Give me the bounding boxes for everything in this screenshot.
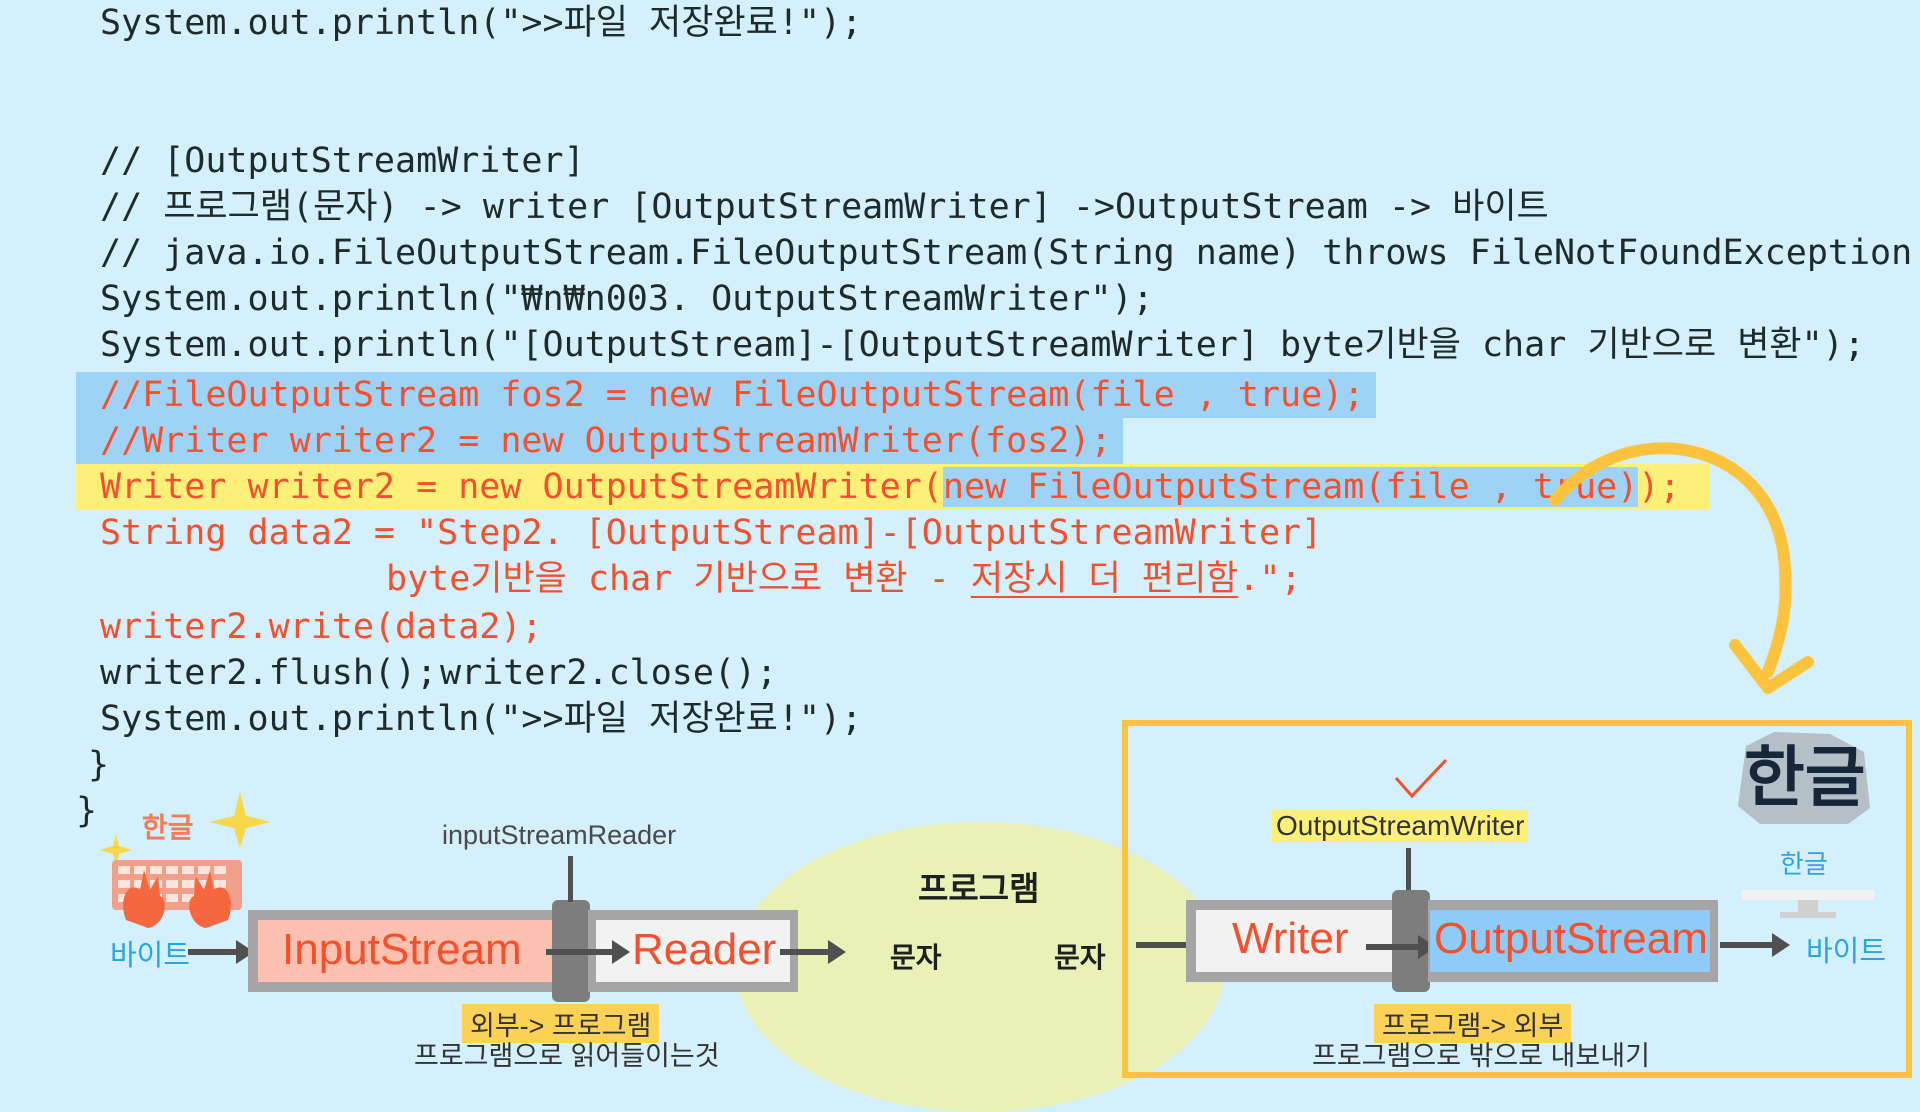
isr-connector-line (568, 856, 573, 902)
reader-label: Reader (632, 925, 777, 974)
code-brace-inner: } (88, 745, 110, 785)
code-brace-outer: } (76, 791, 98, 831)
code-data2-line2-a: byte기반을 char 기반으로 변환 - (386, 559, 971, 599)
curved-arrow-icon (1549, 442, 1814, 694)
hangul-big-label: 한글 (1744, 740, 1866, 814)
program-label: 프로그램 (918, 870, 1040, 907)
char-left-label: 문자 (890, 942, 942, 973)
code-comment-flow: // 프로그램(문자) -> writer [OutputStreamWrite… (100, 187, 1549, 227)
outputstream-label: OutputStream (1434, 914, 1708, 963)
osw-label: OutputStreamWriter (1272, 810, 1529, 842)
code-data2-line2-c: ."; (1238, 559, 1302, 599)
code-data2-line2: byte기반을 char 기반으로 변환 - 저장시 더 편리함."; (386, 556, 1302, 602)
code-data2-line2-b: 저장시 더 편리함 (970, 559, 1239, 599)
code-line-print-done-top: System.out.println(">>파일 저장완료!"); (100, 3, 863, 43)
code-write-call: writer2.write(data2); (100, 607, 543, 647)
hangul-left-label: 한글 (142, 812, 194, 843)
arrow-byte-to-inputstream (188, 940, 254, 964)
code-commented-writer2: //Writer writer2 = new OutputStreamWrite… (76, 418, 1124, 464)
left-caption-desc: 프로그램으로 읽어들이는것 (414, 1041, 720, 1071)
checkmark-icon (1394, 758, 1448, 799)
byte-right-label: 바이트 (1806, 936, 1887, 968)
monitor-icon (1742, 890, 1874, 918)
arrow-inputstream-to-reader (546, 940, 630, 964)
code-print-desc: System.out.println("[OutputStream]-[Outp… (100, 325, 1865, 365)
code-comment-ctor: // java.io.FileOutputStream.FileOutputSt… (100, 233, 1913, 273)
code-data2-line1: String data2 = "Step2. [OutputStream]-[O… (100, 513, 1323, 553)
code-writer2-decl-a: Writer writer2 = new OutputStreamWriter( (100, 467, 943, 507)
arrow-outputstream-to-byte (1720, 933, 1790, 957)
isr-label: inputStreamReader (442, 820, 677, 850)
code-close-call: writer2.close(); (440, 653, 778, 693)
code-comment-header: // [OutputStreamWriter] (100, 141, 585, 181)
char-right-label: 문자 (1054, 942, 1106, 973)
sparkle-icon (209, 792, 271, 848)
code-flush-call: writer2.flush(); (100, 653, 438, 693)
code-print-done: System.out.println(">>파일 저장완료!"); (100, 699, 863, 739)
right-caption-desc: 프로그램으로 밖으로 내보내기 (1312, 1041, 1650, 1071)
arrow-reader-to-char (780, 940, 846, 964)
code-writer2-decl: Writer writer2 = new OutputStreamWriter(… (76, 464, 1711, 510)
code-writer2-decl-b: new FileOutputStream(file , true) (942, 467, 1639, 507)
hangul-small-label: 한글 (1780, 849, 1828, 879)
inputstream-label: InputStream (282, 925, 522, 974)
code-commented-fos2: //FileOutputStream fos2 = new FileOutput… (76, 372, 1377, 418)
keyboard-hands-icon (112, 860, 242, 928)
writer-label: Writer (1232, 914, 1349, 963)
code-print-section: System.out.println("₩n₩n003. OutputStrea… (100, 279, 1154, 319)
byte-left-label: 바이트 (110, 940, 191, 972)
arrow-writer-to-outputstream (1366, 935, 1436, 959)
